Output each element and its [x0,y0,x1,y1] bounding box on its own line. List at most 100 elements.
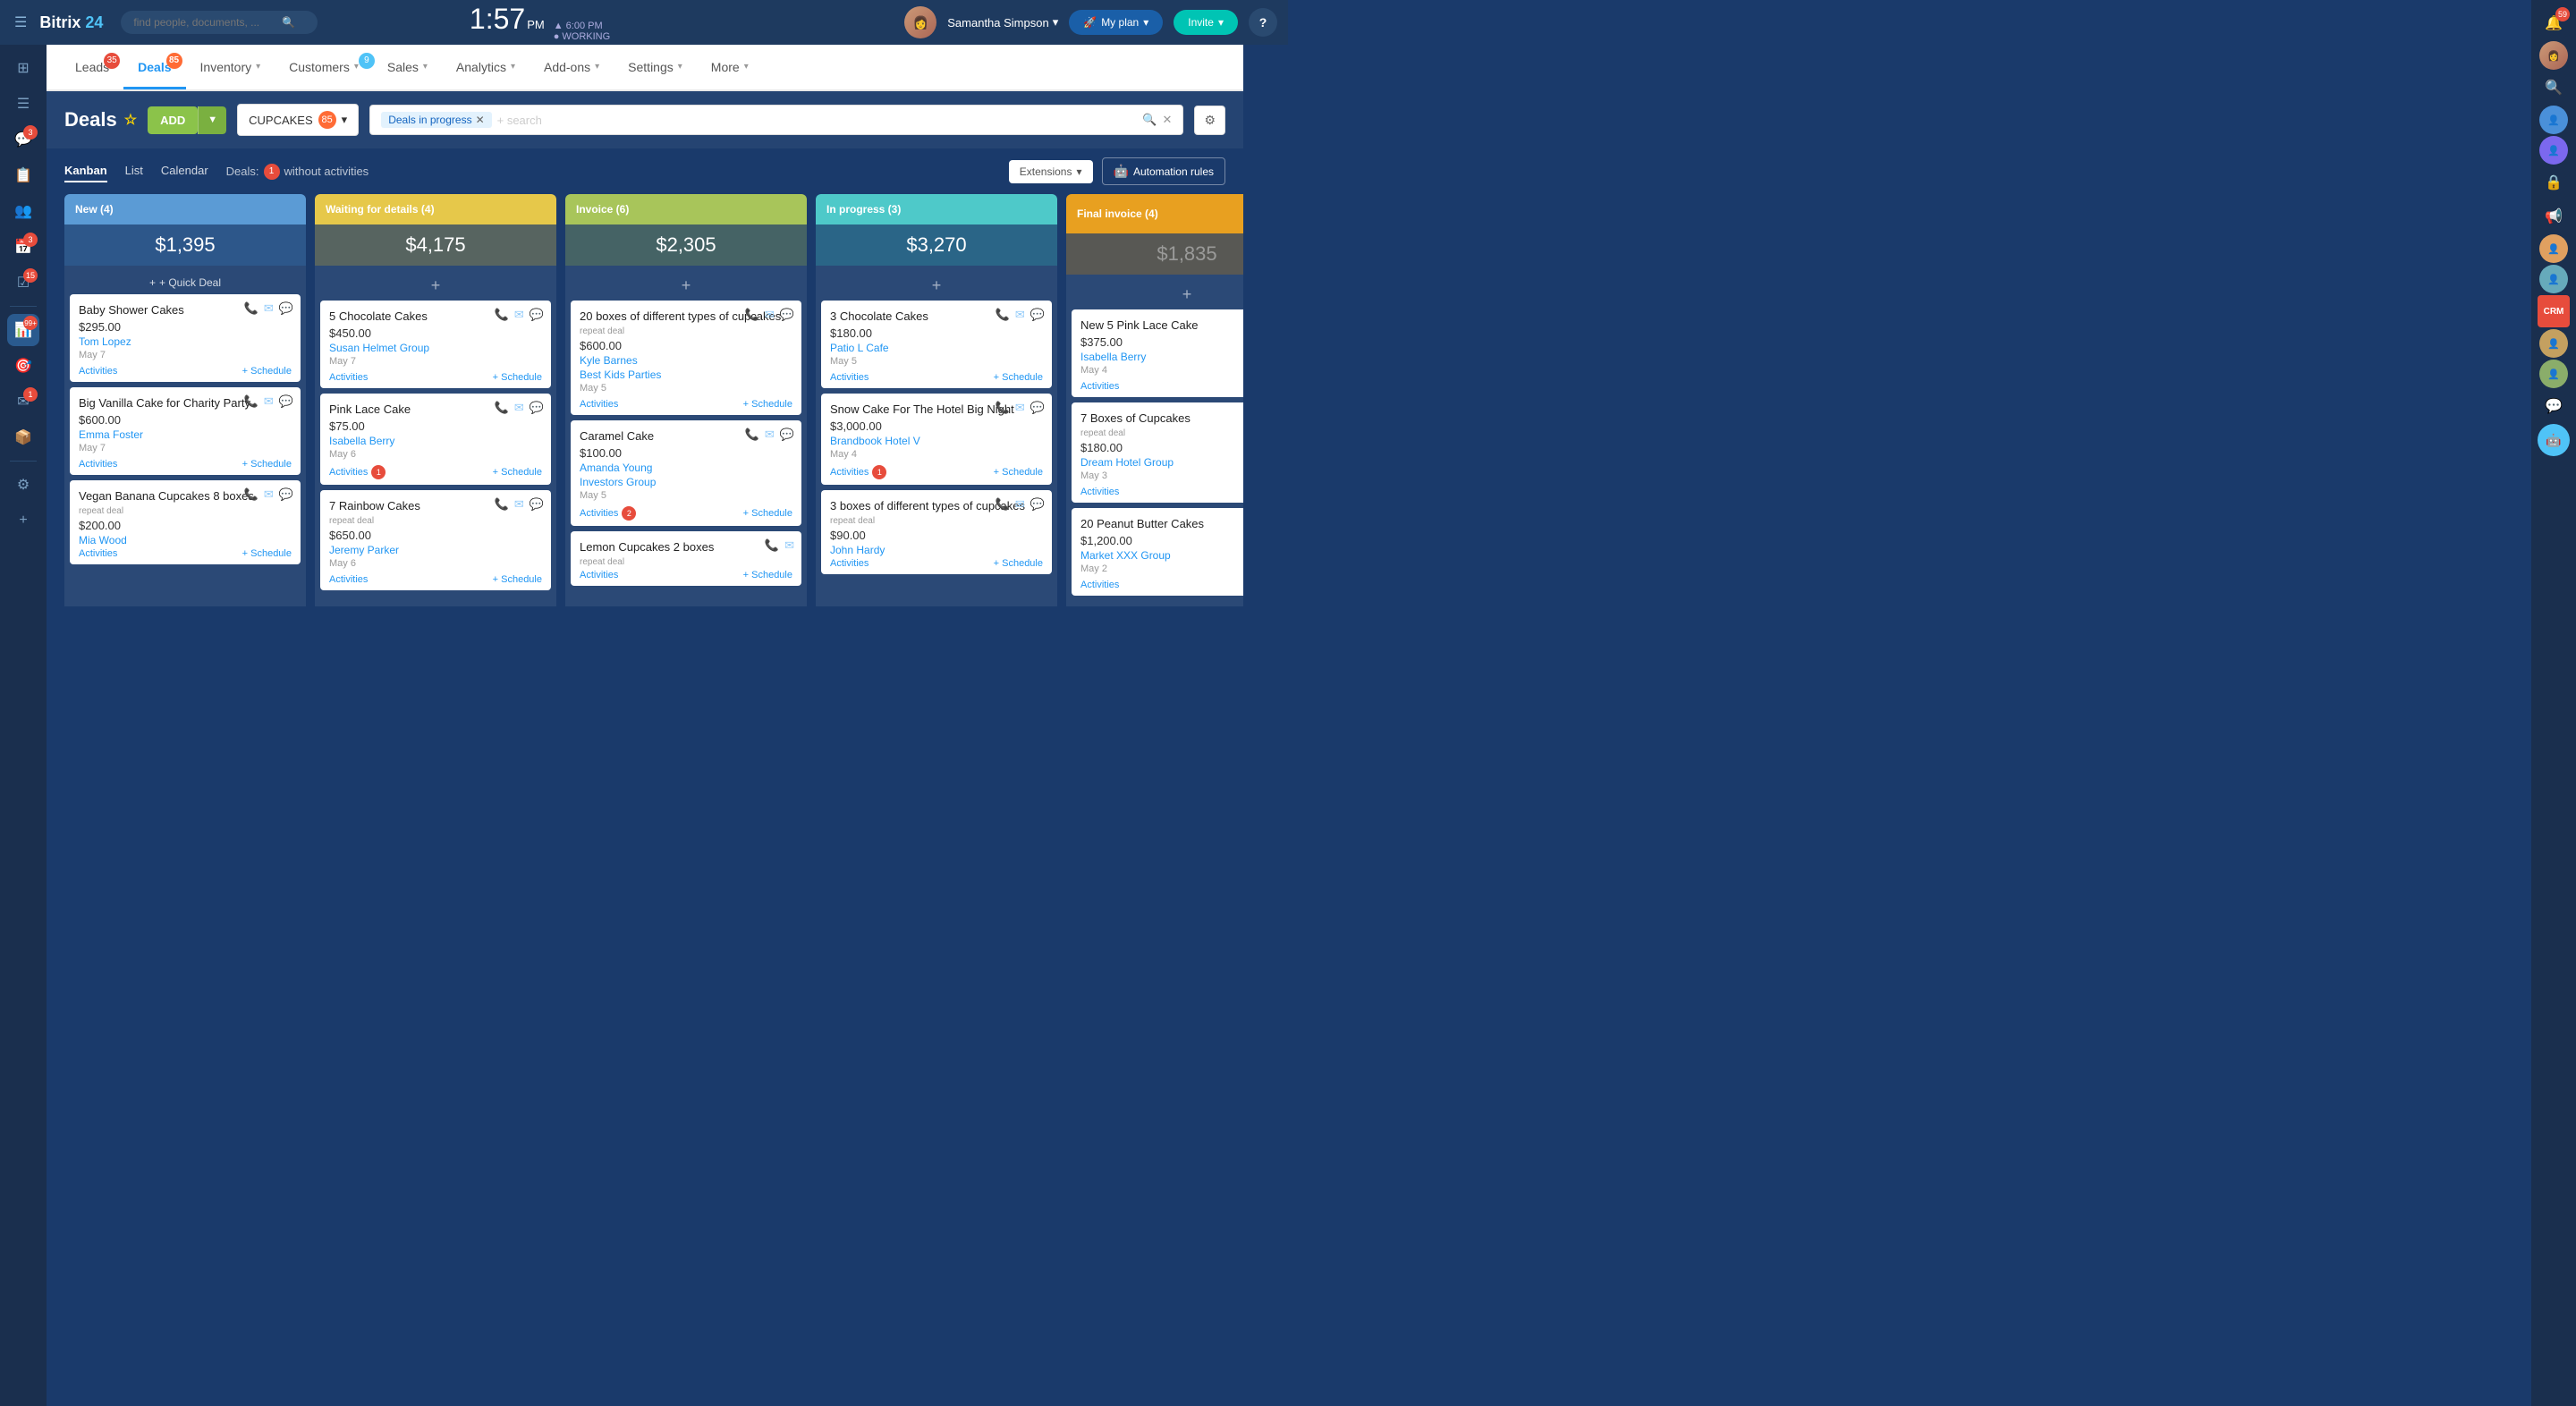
phone-icon[interactable]: 📞 [745,308,759,322]
deal-activities[interactable]: Activities [580,570,618,580]
menu-icon[interactable]: ☰ [11,10,30,35]
add-deal-waiting[interactable]: + [320,271,551,301]
deal-activities[interactable]: Activities [830,372,869,383]
deal-client[interactable]: Jeremy Parker [329,544,542,556]
ls-email-icon[interactable]: ✉ 1 [7,385,39,418]
settings-gear-button[interactable]: ⚙ [1194,106,1225,135]
rs-avatar-3[interactable]: 👤 [2539,136,2568,165]
phone-icon[interactable]: 📞 [996,497,1010,512]
deal-client[interactable]: Isabella Berry [1080,351,1243,363]
phone-icon[interactable]: 📞 [244,487,258,502]
message-icon[interactable]: 💬 [279,301,293,316]
message-icon[interactable]: 💬 [279,487,293,502]
add-dropdown-button[interactable]: ▼ [198,106,226,134]
email-icon[interactable]: ✉ [264,487,274,502]
deal-activities[interactable]: Activities [580,399,618,410]
deal-activities[interactable]: Activities 2 [580,506,636,521]
message-icon[interactable]: 💬 [780,308,794,322]
deal-schedule[interactable]: + Schedule [994,467,1043,478]
phone-icon[interactable]: 📞 [745,428,759,442]
deal-schedule[interactable]: + Schedule [242,548,292,559]
rs-avatar-7[interactable]: 👤 [2539,360,2568,388]
add-deal-invoice[interactable]: + [571,271,801,301]
deal-schedule[interactable]: + Schedule [493,467,542,478]
email-icon[interactable]: ✉ [1015,497,1025,512]
remove-filter-button[interactable]: ✕ [476,114,485,126]
deal-activities[interactable]: Activities [1080,381,1119,392]
ls-add-icon[interactable]: + [7,504,39,537]
nav-item-inventory[interactable]: Inventory ▾ [186,47,275,89]
nav-item-sales[interactable]: Sales ▾ [373,47,442,89]
email-icon[interactable]: ✉ [514,308,524,322]
deal-client[interactable]: Tom Lopez [79,335,292,348]
deal-schedule[interactable]: + Schedule [994,558,1043,569]
subnav-calendar[interactable]: Calendar [161,160,208,182]
email-icon[interactable]: ✉ [1015,308,1025,322]
rs-avatar-5[interactable]: 👤 [2539,265,2568,293]
deal-client[interactable]: Emma Foster [79,428,292,441]
deal-schedule[interactable]: + Schedule [994,372,1043,383]
nav-item-addons[interactable]: Add-ons ▾ [530,47,614,89]
invite-button[interactable]: Invite ▾ [1174,10,1238,35]
email-icon[interactable]: ✉ [784,538,794,553]
nav-item-customers[interactable]: Customers 9 ▾ [275,47,373,89]
add-deal-finalinvoice[interactable]: + [1072,280,1243,309]
email-icon[interactable]: ✉ [264,301,274,316]
deal-activities[interactable]: Activities 1 [830,465,886,479]
deal-schedule[interactable]: + Schedule [743,570,792,580]
phone-icon[interactable]: 📞 [244,394,258,409]
rs-notifications-icon[interactable]: 🔔 59 [2538,7,2570,39]
rs-avatar-1[interactable]: 👩 [2539,41,2568,70]
rs-lock-icon[interactable]: 🔒 [2538,166,2570,199]
deal-schedule[interactable]: + Schedule [743,399,792,410]
deal-client2[interactable]: Investors Group [580,476,792,488]
deal-schedule[interactable]: + Schedule [242,459,292,470]
message-icon[interactable]: 💬 [279,394,293,409]
deal-client[interactable]: Isabella Berry [329,435,542,447]
email-icon[interactable]: ✉ [514,497,524,512]
phone-icon[interactable]: 📞 [495,401,509,415]
deal-client[interactable]: Susan Helmet Group [329,342,542,354]
subnav-kanban[interactable]: Kanban [64,160,107,182]
phone-icon[interactable]: 📞 [244,301,258,316]
deal-activities[interactable]: Activities [1080,580,1119,590]
search-icon[interactable]: 🔍 [1142,113,1157,127]
ls-inventory-icon[interactable]: 📦 [7,421,39,453]
deal-client[interactable]: Amanda Young [580,462,792,474]
nav-item-analytics[interactable]: Analytics ▾ [442,47,530,89]
deal-schedule[interactable]: + Schedule [743,508,792,519]
nav-item-settings[interactable]: Settings ▾ [614,47,697,89]
message-icon[interactable]: 💬 [530,497,544,512]
rs-broadcast-icon[interactable]: 📢 [2538,200,2570,233]
filter-cupcakes-button[interactable]: CUPCAKES 85 ▾ [237,104,359,136]
deal-activities[interactable]: Activities [830,558,869,569]
email-icon[interactable]: ✉ [1015,401,1025,415]
phone-icon[interactable]: 📞 [495,308,509,322]
deal-client[interactable]: John Hardy [830,544,1043,556]
deal-client[interactable]: Brandbook Hotel V [830,435,1043,447]
deal-client[interactable]: Market XXX Group [1080,549,1243,562]
ls-calendar-icon[interactable]: 📅 3 [7,231,39,263]
deal-activities[interactable]: Activities [329,574,368,585]
message-icon[interactable]: 💬 [1030,497,1045,512]
rs-avatar-4[interactable]: 👤 [2539,234,2568,263]
deal-client[interactable]: Kyle Barnes [580,354,792,367]
user-name[interactable]: Samantha Simpson ▾ [947,15,1058,30]
automation-rules-button[interactable]: 🤖 Automation rules [1102,157,1225,185]
rs-avatar-2[interactable]: 👤 [2539,106,2568,134]
message-icon[interactable]: 💬 [1030,308,1045,322]
extensions-button[interactable]: Extensions ▾ [1009,160,1093,183]
message-icon[interactable]: 💬 [530,401,544,415]
rs-bot-icon[interactable]: 🤖 [2538,424,2570,456]
phone-icon[interactable]: 📞 [996,401,1010,415]
rs-chat-icon[interactable]: 💬 [2538,390,2570,422]
subnav-list[interactable]: List [125,160,143,182]
ls-feed-icon[interactable]: ☰ [7,88,39,120]
rs-crm-icon[interactable]: CRM [2538,295,2570,327]
search-filter-bar[interactable]: Deals in progress ✕ + search 🔍 ✕ [369,105,1183,135]
nav-item-deals[interactable]: Deals 85 [123,47,185,89]
message-icon[interactable]: 💬 [1030,401,1045,415]
help-button[interactable]: ? [1249,8,1277,37]
phone-icon[interactable]: 📞 [996,308,1010,322]
message-icon[interactable]: 💬 [530,308,544,322]
